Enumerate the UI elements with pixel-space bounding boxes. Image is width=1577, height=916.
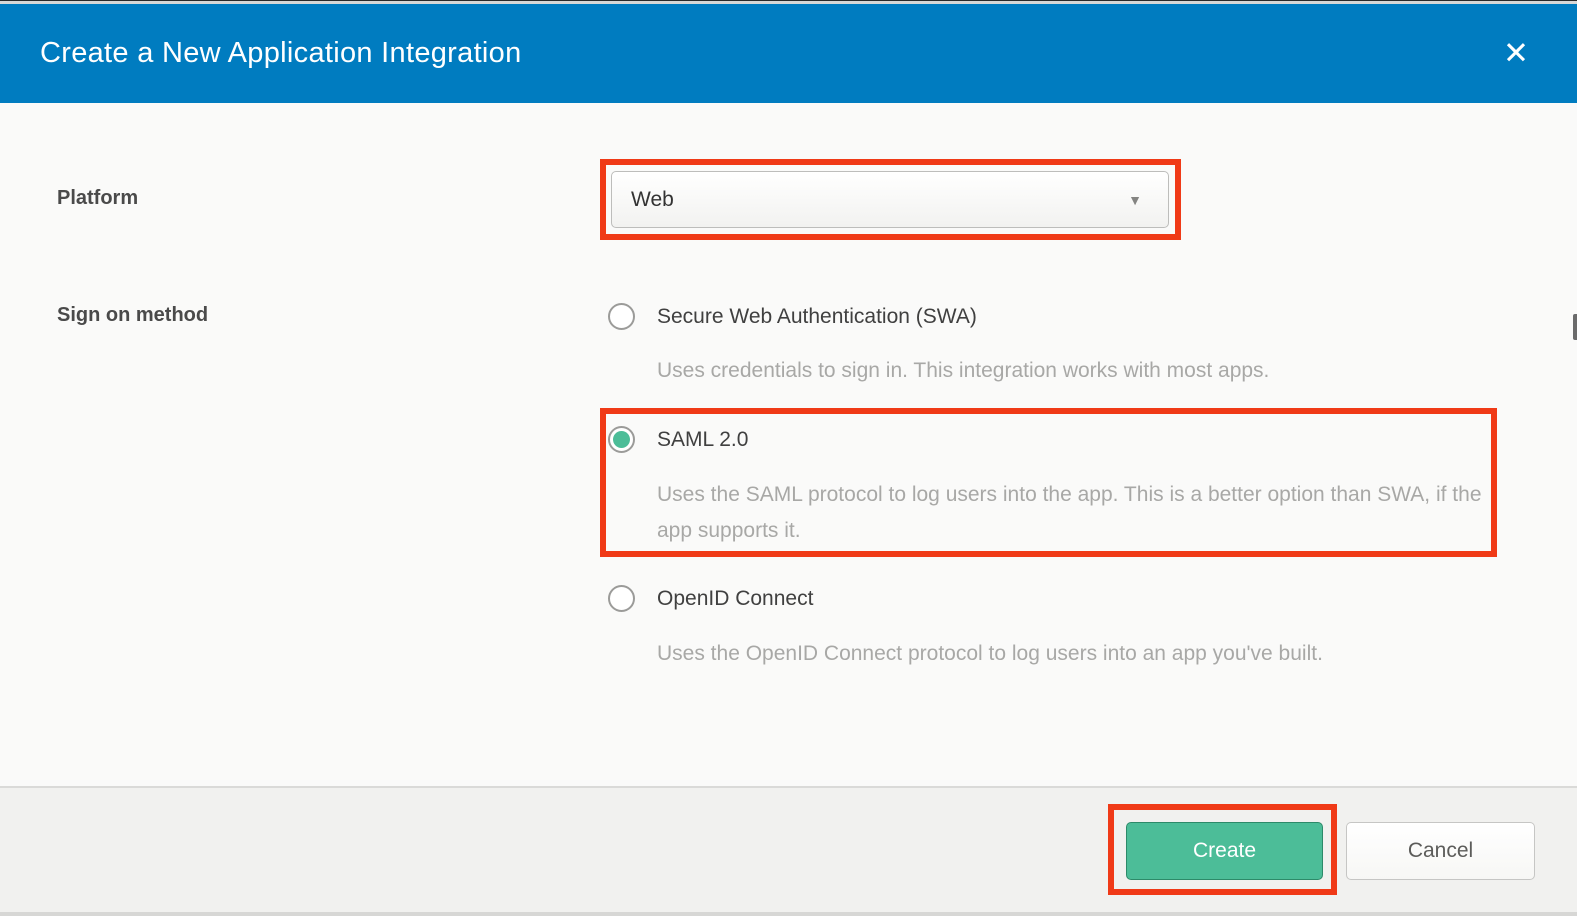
bottom-edge-strip bbox=[0, 912, 1577, 916]
option-description-saml: Uses the SAML protocol to log users into… bbox=[657, 477, 1482, 549]
option-description-openid: Uses the OpenID Connect protocol to log … bbox=[657, 636, 1482, 672]
radio-button-swa[interactable] bbox=[608, 303, 635, 330]
close-icon[interactable]: ✕ bbox=[1503, 38, 1529, 69]
option-description-swa: Uses credentials to sign in. This integr… bbox=[657, 353, 1482, 389]
chevron-down-icon: ▼ bbox=[1128, 192, 1142, 208]
modal-footer: Create Cancel bbox=[0, 786, 1577, 912]
platform-select[interactable]: Web ▼ bbox=[611, 171, 1169, 228]
option-label-swa[interactable]: Secure Web Authentication (SWA) bbox=[657, 305, 977, 329]
option-label-saml[interactable]: SAML 2.0 bbox=[657, 428, 748, 452]
create-app-integration-modal: Create a New Application Integration ✕ P… bbox=[0, 0, 1577, 916]
cancel-button[interactable]: Cancel bbox=[1346, 822, 1535, 880]
radio-dot-swa bbox=[613, 308, 630, 325]
radio-dot-saml bbox=[613, 431, 630, 448]
create-button[interactable]: Create bbox=[1126, 822, 1323, 880]
platform-label: Platform bbox=[57, 187, 138, 210]
radio-button-openid[interactable] bbox=[608, 585, 635, 612]
radio-button-saml[interactable] bbox=[608, 426, 635, 453]
platform-select-value: Web bbox=[631, 188, 674, 212]
modal-header: Create a New Application Integration ✕ bbox=[0, 4, 1577, 103]
radio-dot-openid bbox=[613, 590, 630, 607]
sign-on-method-label: Sign on method bbox=[57, 304, 208, 327]
option-label-openid[interactable]: OpenID Connect bbox=[657, 587, 813, 611]
scrollbar-fragment bbox=[1573, 314, 1577, 340]
modal-title: Create a New Application Integration bbox=[40, 37, 522, 70]
